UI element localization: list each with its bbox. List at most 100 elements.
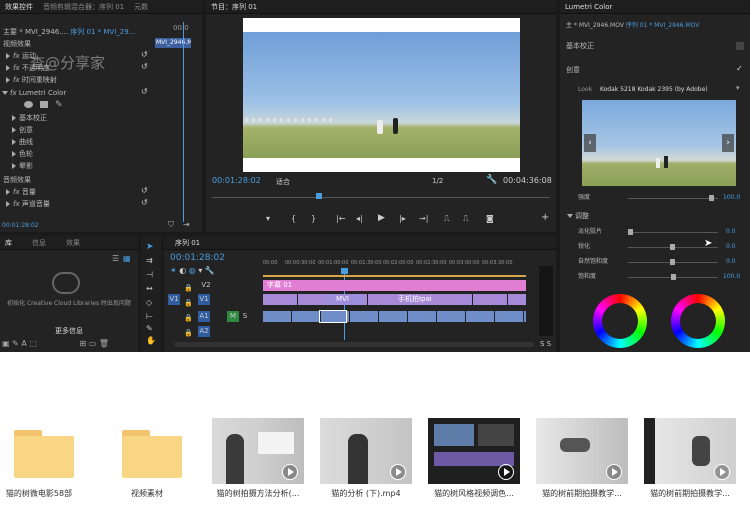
video-file-item[interactable]: 猫的树前期拍摄教学... bbox=[532, 414, 632, 514]
timeline-timecode[interactable]: 00:01:28:02 bbox=[170, 253, 225, 263]
lumetri-basic-section[interactable]: 基本校正 bbox=[566, 40, 594, 52]
reset-icon[interactable]: ↺ bbox=[141, 87, 148, 96]
video-clip-mvi[interactable]: MVI bbox=[324, 294, 364, 305]
saturation-value[interactable]: 100.0 bbox=[723, 271, 740, 283]
extract-icon[interactable]: ⎍ bbox=[463, 214, 469, 224]
source-v1-patch[interactable]: V1 bbox=[168, 294, 180, 305]
sequence-clip-label[interactable]: 序列 01 * MVI_29... bbox=[70, 28, 135, 36]
tab-lumetri[interactable]: Lumetri Color bbox=[560, 0, 617, 14]
work-area-bar[interactable] bbox=[263, 275, 526, 277]
look-dropdown[interactable]: Kodak 5218 Kodak 2395 (by Adobe) bbox=[600, 84, 708, 96]
mask-ellipse-icon[interactable] bbox=[24, 101, 33, 108]
add-marker-icon[interactable]: ▾ bbox=[266, 214, 270, 223]
effect-volume[interactable]: 音量 bbox=[22, 188, 36, 196]
lumetri-basic[interactable]: 基本校正 bbox=[19, 114, 47, 122]
video-file-item[interactable]: 猫的分析 (下).mp4 bbox=[316, 414, 416, 514]
reset-icon[interactable]: ↺ bbox=[141, 50, 148, 59]
track-select-icon[interactable]: ⇉ bbox=[146, 256, 153, 265]
reset-icon[interactable]: ↺ bbox=[141, 186, 148, 195]
lumetri-seq-label[interactable]: 序列 01 * MVI_2946.MOV bbox=[626, 22, 699, 29]
mark-in-icon[interactable]: { bbox=[291, 214, 296, 223]
razor-tool-icon[interactable]: ◇ bbox=[146, 298, 152, 307]
track-v2-label[interactable]: V2 bbox=[200, 280, 212, 291]
faded-film-slider[interactable] bbox=[628, 229, 718, 235]
folder-item[interactable]: 猫的树微电影58部 bbox=[0, 414, 100, 514]
lumetri-curves[interactable]: 曲线 bbox=[19, 138, 33, 146]
selected-audio-clip[interactable] bbox=[319, 310, 347, 323]
fit-dropdown[interactable]: 适合 bbox=[276, 177, 326, 187]
tab-info[interactable]: 信息 bbox=[27, 236, 51, 250]
timeline-ruler[interactable]: 00:00 00:00:30:00 00:01:00:00 00:01:30:0… bbox=[263, 258, 528, 272]
lumetri-creative-section[interactable]: 创意 bbox=[566, 64, 580, 76]
lumetri-creative[interactable]: 创意 bbox=[19, 126, 33, 134]
lumetri-wheels[interactable]: 色轮 bbox=[19, 150, 33, 158]
add-button-icon[interactable]: + bbox=[541, 212, 549, 223]
rate-stretch-icon[interactable]: ↔ bbox=[146, 284, 153, 293]
scale-dropdown[interactable]: 1/2 bbox=[432, 177, 472, 185]
video-file-item[interactable]: 猫的树风格视频调色... bbox=[424, 414, 524, 514]
folder-item[interactable]: 视频素材 bbox=[108, 414, 208, 514]
highlight-tint-wheel[interactable] bbox=[671, 294, 725, 348]
vibrance-slider[interactable] bbox=[628, 259, 718, 265]
track-v1-label[interactable]: V1 bbox=[198, 294, 210, 305]
step-forward-icon[interactable]: |▸ bbox=[399, 214, 406, 223]
track-a2-label[interactable]: A2 bbox=[198, 326, 210, 337]
list-view-icon[interactable]: ☰ bbox=[112, 254, 119, 263]
pen-tool-icon[interactable]: ✎ bbox=[146, 324, 153, 333]
tab-effects[interactable]: 效果 bbox=[61, 236, 85, 250]
intensity-slider-knob[interactable] bbox=[708, 195, 714, 201]
tab-libraries[interactable]: 库 bbox=[0, 236, 17, 250]
go-to-in-icon[interactable]: |← bbox=[336, 214, 345, 223]
video-clip-phone[interactable]: 手机拍Ipai bbox=[394, 294, 454, 305]
track-a1-mute[interactable]: M bbox=[227, 311, 239, 322]
previous-look-arrow[interactable]: ‹ bbox=[584, 134, 596, 152]
effect-time-remap[interactable]: 时间重映射 bbox=[22, 76, 57, 84]
sharpen-knob[interactable] bbox=[670, 244, 675, 250]
lift-icon[interactable]: ⎍ bbox=[444, 214, 450, 224]
basic-toggle-box[interactable] bbox=[736, 42, 744, 50]
next-look-arrow[interactable]: › bbox=[722, 134, 734, 152]
tab-effect-controls[interactable]: 效果控件 bbox=[0, 0, 38, 14]
chevron-down-icon[interactable]: ▾ bbox=[736, 84, 740, 92]
slip-tool-icon[interactable]: ⊢ bbox=[146, 312, 153, 321]
video-file-item[interactable]: 猫的树前期拍摄教学... bbox=[640, 414, 740, 514]
reset-icon[interactable]: ↺ bbox=[141, 198, 148, 207]
track-lock-icons[interactable]: 🔒 🔒 🔒 🔒 bbox=[184, 281, 193, 341]
program-timecode[interactable]: 00:01:28:02 bbox=[212, 176, 261, 185]
grid-view-icon[interactable]: ▦ bbox=[123, 254, 131, 263]
export-icon[interactable]: ⇥ bbox=[183, 220, 190, 229]
timeline-zoom-bar[interactable] bbox=[174, 342, 534, 347]
intensity-slider[interactable] bbox=[628, 195, 718, 201]
lumetri-vignette[interactable]: 晕影 bbox=[19, 162, 33, 170]
audio-clip[interactable] bbox=[263, 311, 526, 322]
filter-icon[interactable]: ⛉ bbox=[168, 220, 174, 230]
effect-lumetri[interactable]: Lumetri Color bbox=[19, 89, 66, 97]
timeline-playhead-head[interactable] bbox=[341, 268, 348, 274]
program-playhead[interactable] bbox=[316, 193, 322, 199]
mini-timeline-clip[interactable]: MVI_2946.M bbox=[155, 38, 191, 48]
intensity-value[interactable]: 100.0 bbox=[723, 192, 740, 204]
sharpen-value[interactable]: 0.0 bbox=[726, 241, 736, 253]
mask-rect-icon[interactable] bbox=[40, 101, 48, 108]
caption-clip[interactable]: 字幕 01 bbox=[263, 280, 526, 291]
hand-tool-icon[interactable]: ✋ bbox=[146, 336, 156, 345]
effect-channel-volume[interactable]: 声道音量 bbox=[22, 200, 50, 208]
tab-audio-mixer[interactable]: 音频剪辑混合器：序列 01 bbox=[38, 0, 129, 14]
master-clip-label[interactable]: 主要 * MVI_2946.... bbox=[3, 28, 68, 36]
vibrance-value[interactable]: 0.0 bbox=[726, 256, 736, 268]
faded-film-value[interactable]: 0.0 bbox=[726, 226, 736, 238]
look-preview[interactable] bbox=[582, 100, 736, 186]
faded-film-knob[interactable] bbox=[628, 229, 633, 235]
track-a1-solo[interactable]: S bbox=[239, 311, 251, 322]
mini-playhead[interactable] bbox=[183, 22, 184, 222]
saturation-knob[interactable] bbox=[670, 274, 676, 280]
program-scrub-bar[interactable] bbox=[212, 197, 550, 198]
track-a1-label[interactable]: A1 bbox=[198, 311, 210, 322]
vibrance-knob[interactable] bbox=[670, 259, 675, 265]
more-info-link[interactable]: 更多信息 bbox=[0, 326, 138, 336]
step-back-icon[interactable]: ◂| bbox=[356, 214, 363, 223]
tab-metadata[interactable]: 元数 bbox=[129, 0, 153, 14]
selection-tool-icon[interactable]: ➤ bbox=[146, 242, 154, 252]
go-to-out-icon[interactable]: →| bbox=[419, 214, 428, 223]
reset-icon[interactable]: ↺ bbox=[141, 62, 148, 71]
